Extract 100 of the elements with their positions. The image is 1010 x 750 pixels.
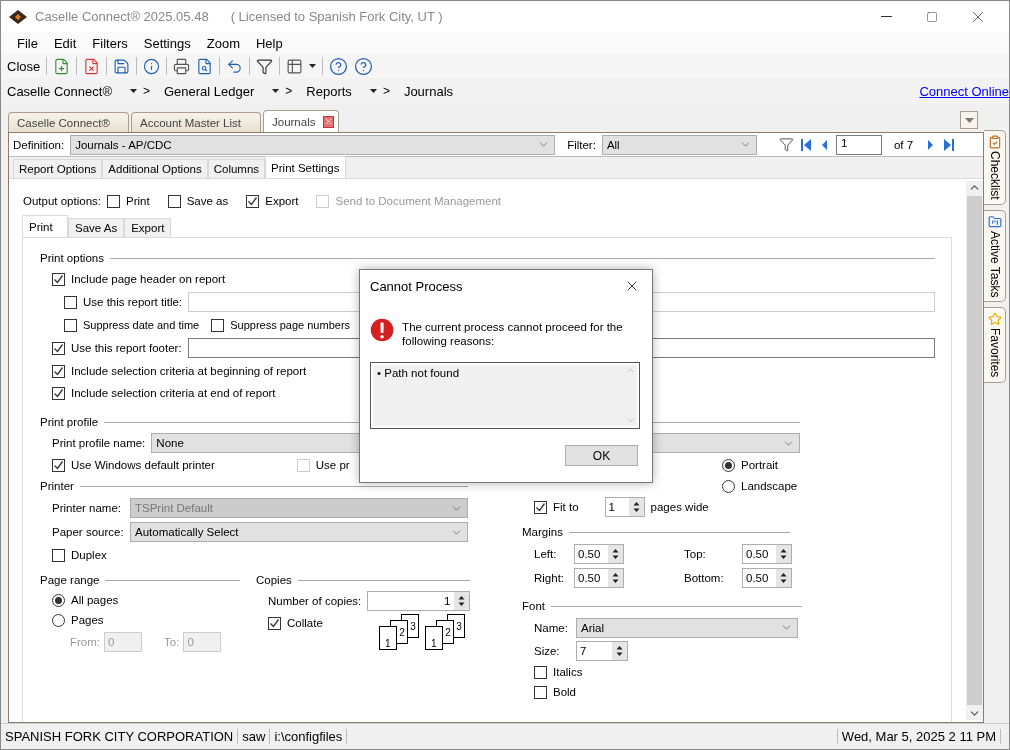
field-label: Output options:	[23, 195, 101, 207]
output-tab[interactable]: Print	[22, 215, 68, 237]
spin-field[interactable]: 0.50	[574, 544, 624, 564]
checkbox[interactable]	[64, 318, 77, 332]
menu-item[interactable]: Filters	[84, 35, 136, 51]
checkbox[interactable]	[534, 685, 547, 699]
checkbox[interactable]	[52, 548, 65, 562]
checkbox-label: Include page header on report	[71, 273, 226, 285]
spin-field[interactable]: 0.50	[574, 568, 624, 588]
delete-document-icon[interactable]	[83, 57, 101, 75]
spin-field[interactable]: 0.50	[742, 544, 792, 564]
scrollbar-thumb[interactable]	[967, 196, 982, 705]
spinner-arrows-icon[interactable]	[776, 545, 791, 563]
settings-tab[interactable]: Print Settings	[265, 156, 346, 178]
caret-icon[interactable]	[369, 89, 377, 93]
first-page-icon[interactable]	[799, 137, 812, 152]
breadcrumb-item[interactable]: Journals	[403, 83, 454, 99]
print-preview-icon[interactable]	[196, 57, 214, 75]
breadcrumb-separator: >	[142, 84, 150, 98]
spin-field[interactable]: 7	[576, 640, 628, 661]
menu-item[interactable]: File	[9, 35, 46, 51]
checkbox[interactable]	[52, 272, 65, 286]
checkbox[interactable]	[246, 194, 260, 208]
breadcrumb-item[interactable]: Reports	[306, 83, 352, 99]
settings-tab[interactable]: Additional Options	[102, 159, 208, 178]
checkbox[interactable]	[52, 341, 65, 355]
spin-field[interactable]: 1	[604, 497, 645, 517]
document-tab[interactable]: Account Master List	[131, 112, 261, 132]
menu-item[interactable]: Zoom	[198, 35, 248, 51]
spinner-arrows-icon[interactable]	[612, 641, 627, 660]
settings-tab[interactable]: Report Options	[13, 159, 103, 178]
field-label: Top:	[684, 548, 707, 560]
filter-dropdown[interactable]: All	[601, 134, 757, 155]
checkbox[interactable]	[107, 194, 120, 208]
field-label: Name:	[534, 621, 569, 634]
document-tab[interactable]: Caselle Connect®	[8, 112, 129, 132]
menu-item[interactable]: Settings	[135, 35, 199, 51]
ok-button[interactable]: OK	[565, 445, 638, 466]
connect-online-link[interactable]: Connect Online	[919, 83, 1009, 99]
tab-list-button[interactable]	[960, 111, 978, 129]
caret-icon[interactable]	[272, 89, 280, 93]
side-tab[interactable]: Checklist	[984, 130, 1006, 205]
spin-field[interactable]: 0.50	[742, 568, 792, 588]
checklist-icon	[987, 135, 1002, 149]
page-number-field[interactable]: 1	[835, 134, 882, 155]
copies-spin-field[interactable]: 1	[367, 591, 471, 611]
definition-dropdown[interactable]: Journals - AP/CDC	[70, 134, 556, 155]
collate-pages-drawing: 3 2 1	[424, 614, 467, 652]
checkbox[interactable]	[268, 616, 281, 630]
spinner-arrows-icon[interactable]	[454, 592, 470, 610]
breadcrumb-item[interactable]: Caselle Connect®	[7, 83, 112, 99]
close-toolbar-button[interactable]: Close	[7, 58, 41, 74]
spinner-arrows-icon[interactable]	[608, 569, 623, 587]
checkbox[interactable]	[211, 318, 225, 332]
undo-icon[interactable]	[226, 57, 244, 75]
caret-icon	[964, 117, 974, 123]
field-label: Print profile name:	[52, 437, 146, 449]
new-document-icon[interactable]	[53, 57, 71, 75]
field-label: pages wide	[650, 501, 709, 513]
output-tab[interactable]: Save As	[68, 218, 125, 237]
font-dropdown[interactable]: Arial	[576, 617, 798, 638]
caret-icon[interactable]	[129, 89, 137, 93]
help-icon[interactable]	[329, 56, 349, 76]
filter-icon[interactable]	[256, 57, 274, 75]
close-tab-icon[interactable]	[323, 115, 335, 128]
last-page-icon[interactable]	[943, 137, 956, 152]
document-tab[interactable]: Journals	[263, 110, 339, 132]
settings-tab[interactable]: Columns	[207, 159, 266, 178]
checkbox-label: Use this report title:	[83, 296, 183, 308]
caret-icon[interactable]	[309, 64, 317, 68]
menu-item[interactable]: Edit	[45, 35, 85, 51]
spinner-arrows-icon[interactable]	[628, 498, 644, 516]
radio-button[interactable]	[722, 458, 735, 472]
field-label: Right:	[534, 572, 566, 584]
checkbox[interactable]	[64, 295, 77, 309]
side-tab[interactable]: Favorites	[984, 307, 1006, 383]
checkbox[interactable]	[534, 500, 547, 514]
add-filter-icon[interactable]	[778, 137, 794, 152]
section-title: Printer	[40, 480, 74, 492]
info-icon[interactable]	[143, 57, 161, 75]
radio-button[interactable]	[722, 479, 735, 493]
printer-icon[interactable]	[173, 57, 191, 75]
breadcrumb-item[interactable]: General Ledger	[164, 83, 255, 99]
checkbox[interactable]	[52, 458, 65, 472]
save-icon[interactable]	[113, 57, 131, 75]
checkbox-label: Fit to	[553, 501, 579, 513]
menu-item[interactable]: Help	[247, 35, 291, 51]
side-tab[interactable]: Active Tasks	[984, 209, 1006, 303]
checkbox[interactable]	[52, 364, 65, 378]
printer-dropdown[interactable]: Automatically Select	[130, 522, 468, 542]
page-count: of 7	[893, 138, 914, 151]
output-tab[interactable]: Export	[124, 218, 172, 237]
spinner-arrows-icon[interactable]	[608, 545, 623, 563]
checkbox[interactable]	[167, 194, 181, 208]
field-label: To:	[164, 636, 180, 648]
context-help-icon[interactable]	[354, 56, 374, 76]
checkbox[interactable]	[534, 665, 547, 679]
columns-icon[interactable]	[286, 57, 304, 75]
spinner-arrows-icon[interactable]	[776, 569, 791, 587]
checkbox[interactable]	[52, 386, 65, 400]
